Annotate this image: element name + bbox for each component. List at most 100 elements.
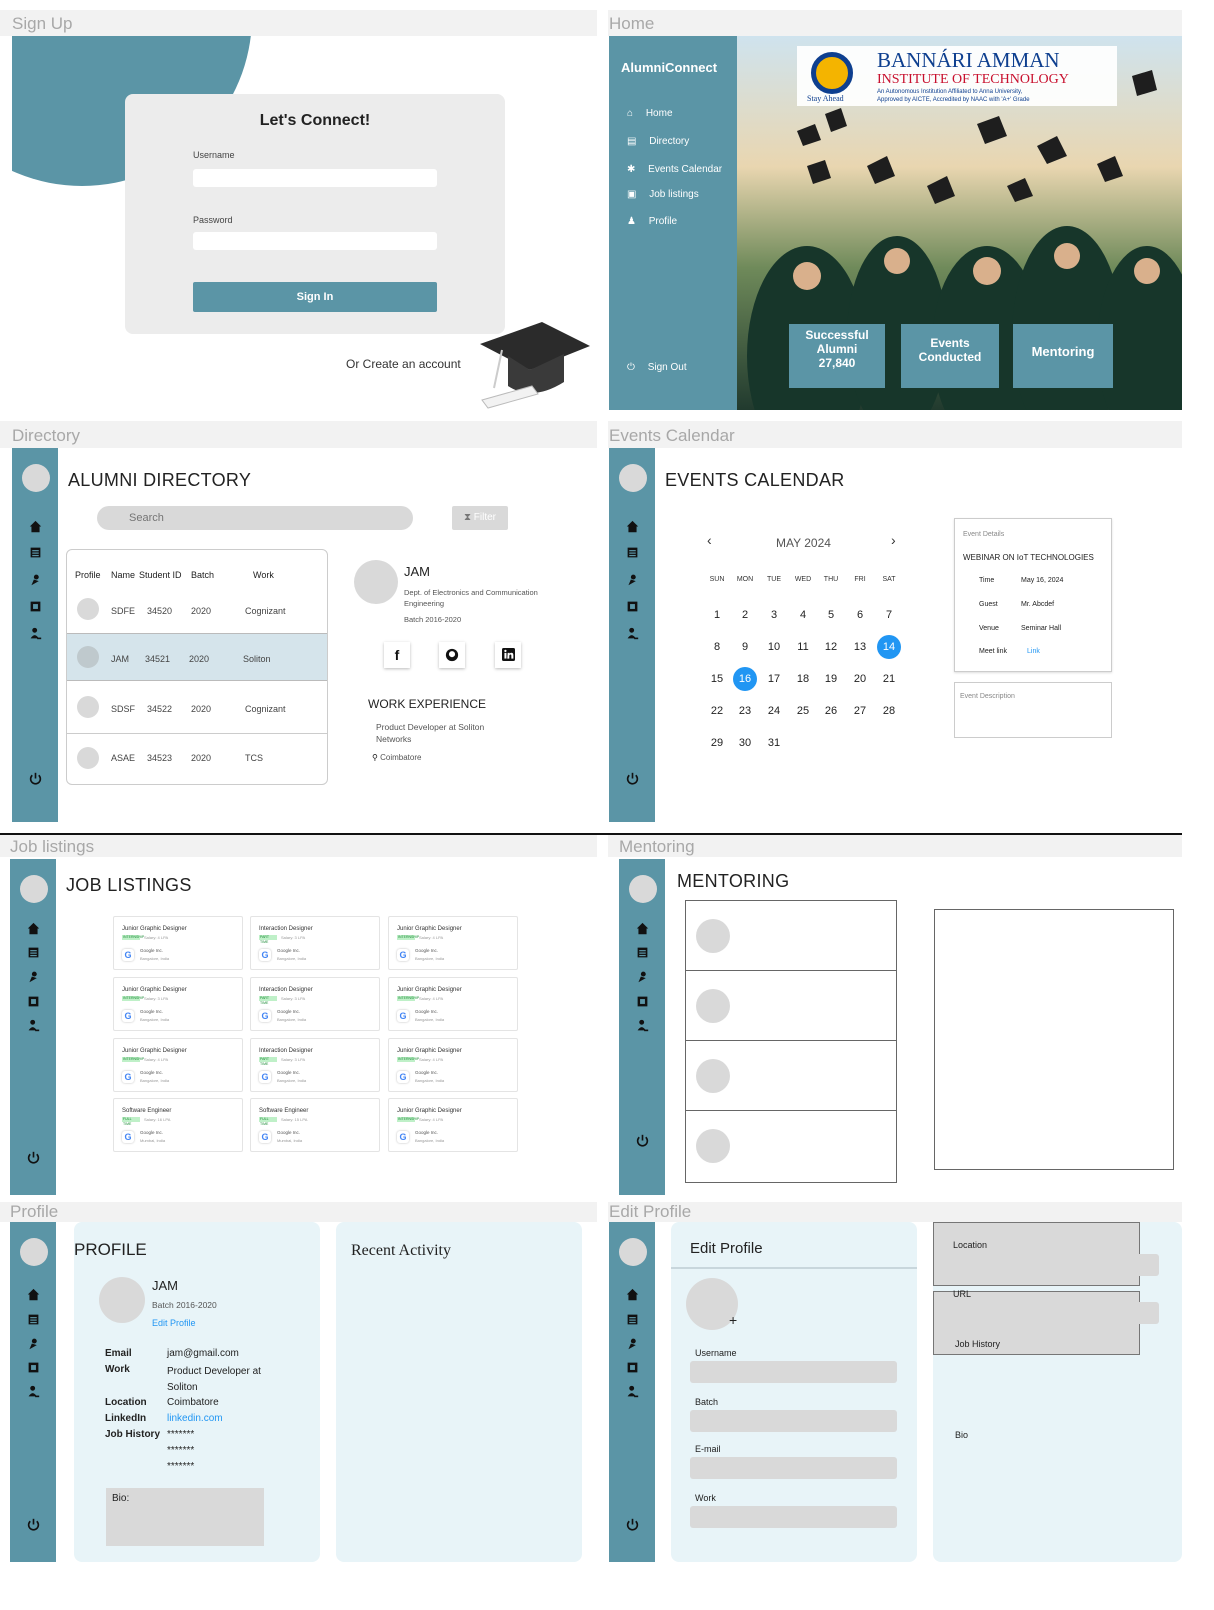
calendar-day[interactable]: 2 — [733, 603, 757, 627]
calendar-day[interactable]: 8 — [705, 635, 729, 659]
jobs-icon[interactable] — [634, 993, 650, 1009]
profile-icon[interactable] — [624, 1383, 640, 1399]
signin-button[interactable]: Sign In — [193, 282, 437, 312]
calendar-day[interactable]: 28 — [877, 699, 901, 723]
linkedin-link[interactable]: linkedin.com — [167, 1413, 223, 1424]
prev-month-button[interactable]: ‹ — [707, 532, 712, 548]
signout-icon[interactable] — [25, 1149, 41, 1165]
table-row[interactable]: SDFE 34520 2020 Cognizant — [67, 590, 327, 632]
nav-jobs[interactable]: ▣ Job listings — [627, 189, 699, 200]
calendar-day[interactable]: 6 — [848, 603, 872, 627]
home-icon[interactable] — [25, 1286, 41, 1302]
calendar-day[interactable]: 11 — [791, 635, 815, 659]
signout-icon[interactable] — [27, 770, 43, 786]
directory-icon[interactable] — [25, 944, 41, 960]
calendar-day[interactable]: 13 — [848, 635, 872, 659]
meet-link[interactable]: Link — [1027, 648, 1040, 655]
email-field[interactable] — [690, 1457, 897, 1479]
calendar-day[interactable]: 15 — [705, 667, 729, 691]
calendar-day[interactable]: 1 — [705, 603, 729, 627]
avatar[interactable] — [619, 464, 647, 492]
nav-home[interactable]: ⌂ Home — [627, 108, 673, 119]
username-input[interactable] — [193, 169, 437, 187]
batch-input[interactable] — [690, 1410, 897, 1432]
calendar-day[interactable]: 23 — [733, 699, 757, 723]
linkedin-icon[interactable] — [495, 642, 521, 668]
calendar-day[interactable]: 20 — [848, 667, 872, 691]
calendar-day[interactable]: 4 — [791, 603, 815, 627]
job-card[interactable]: Junior Graphic Designer INTERNSHIP Salary:… — [113, 977, 243, 1031]
calendar-day[interactable]: 3 — [762, 603, 786, 627]
job-card[interactable]: Interaction Designer PART TIME Salary: 3 L… — [250, 977, 380, 1031]
calendar-day[interactable]: 21 — [877, 667, 901, 691]
directory-icon[interactable] — [27, 544, 43, 560]
directory-icon[interactable] — [624, 544, 640, 560]
nav-profile[interactable]: ♟ Profile — [627, 216, 677, 227]
nav-signout[interactable]: ⏻ Sign Out — [627, 362, 687, 373]
calendar-day[interactable]: 29 — [705, 731, 729, 755]
calendar-day[interactable]: 31 — [762, 731, 786, 755]
nav-directory[interactable]: ▤ Directory — [627, 136, 689, 147]
filter-button[interactable]: ⧗ Filter — [452, 506, 508, 530]
list-item[interactable] — [686, 1111, 896, 1182]
calendar-day-highlighted[interactable]: 14 — [877, 635, 901, 659]
signout-icon[interactable] — [624, 770, 640, 786]
directory-icon[interactable] — [634, 944, 650, 960]
job-card[interactable]: Interaction Designer PART TIME Salary: 3 L… — [250, 916, 380, 970]
calendar-day[interactable]: 5 — [819, 603, 843, 627]
jobs-icon[interactable] — [25, 1359, 41, 1375]
job-card[interactable]: Junior Graphic Designer INTERNSHIP Salary:… — [113, 1038, 243, 1092]
work-input[interactable] — [690, 1506, 897, 1528]
profile-icon[interactable] — [27, 625, 43, 641]
calendar-day[interactable]: 24 — [762, 699, 786, 723]
jobs-icon[interactable] — [25, 993, 41, 1009]
github-icon[interactable] — [439, 642, 465, 668]
profile-icon[interactable] — [25, 1017, 41, 1033]
avatar[interactable] — [22, 464, 50, 492]
list-item[interactable] — [686, 901, 896, 971]
calendar-day[interactable]: 27 — [848, 699, 872, 723]
calendar-day[interactable]: 9 — [733, 635, 757, 659]
calendar-day[interactable]: 19 — [819, 667, 843, 691]
list-item[interactable] — [686, 971, 896, 1041]
home-icon[interactable] — [25, 920, 41, 936]
calendar-day[interactable]: 26 — [819, 699, 843, 723]
calendar-icon[interactable] — [27, 571, 43, 587]
signout-icon[interactable] — [624, 1516, 640, 1532]
calendar-day[interactable]: 25 — [791, 699, 815, 723]
directory-icon[interactable] — [624, 1311, 640, 1327]
table-row[interactable]: SDSF 34522 2020 Cognizant — [67, 682, 327, 734]
job-card[interactable]: Interaction Designer PART TIME Salary: 3 L… — [250, 1038, 380, 1092]
calendar-day[interactable]: 17 — [762, 667, 786, 691]
avatar[interactable] — [619, 1238, 647, 1266]
jobs-icon[interactable] — [624, 1359, 640, 1375]
edit-profile-link[interactable]: Edit Profile — [152, 1318, 196, 1328]
job-card[interactable]: Software Engineer FULL TIME Salary: 16 LPA… — [113, 1098, 243, 1152]
job-card[interactable]: Junior Graphic Designer INTERNSHIP Salary:… — [388, 1038, 518, 1092]
facebook-icon[interactable]: f — [384, 642, 410, 668]
table-row-selected[interactable]: JAM 34521 2020 Soliton — [67, 633, 327, 681]
stat-card-events[interactable]: Events Conducted — [901, 324, 999, 388]
calendar-day[interactable]: 18 — [791, 667, 815, 691]
table-row[interactable]: ASAE 34523 2020 TCS — [67, 735, 327, 783]
profile-icon[interactable] — [25, 1383, 41, 1399]
directory-icon[interactable] — [25, 1311, 41, 1327]
nav-events[interactable]: ✱ Events Calendar — [627, 164, 722, 175]
avatar[interactable] — [20, 1238, 48, 1266]
calendar-icon[interactable] — [634, 968, 650, 984]
signout-icon[interactable] — [634, 1132, 650, 1148]
home-icon[interactable] — [624, 518, 640, 534]
profile-icon[interactable] — [624, 625, 640, 641]
url-input[interactable] — [952, 1302, 1159, 1324]
avatar[interactable] — [20, 875, 48, 903]
avatar[interactable] — [629, 875, 657, 903]
calendar-day[interactable]: 7 — [877, 603, 901, 627]
calendar-icon[interactable] — [25, 1335, 41, 1351]
job-card[interactable]: Software Engineer FULL TIME Salary: 15 LPA… — [250, 1098, 380, 1152]
password-input[interactable] — [193, 232, 437, 250]
list-item[interactable] — [686, 1041, 896, 1111]
calendar-day-highlighted[interactable]: 16 — [733, 667, 757, 691]
create-account-link[interactable]: Or Create an account — [346, 357, 461, 371]
home-icon[interactable] — [624, 1286, 640, 1302]
calendar-day[interactable]: 22 — [705, 699, 729, 723]
